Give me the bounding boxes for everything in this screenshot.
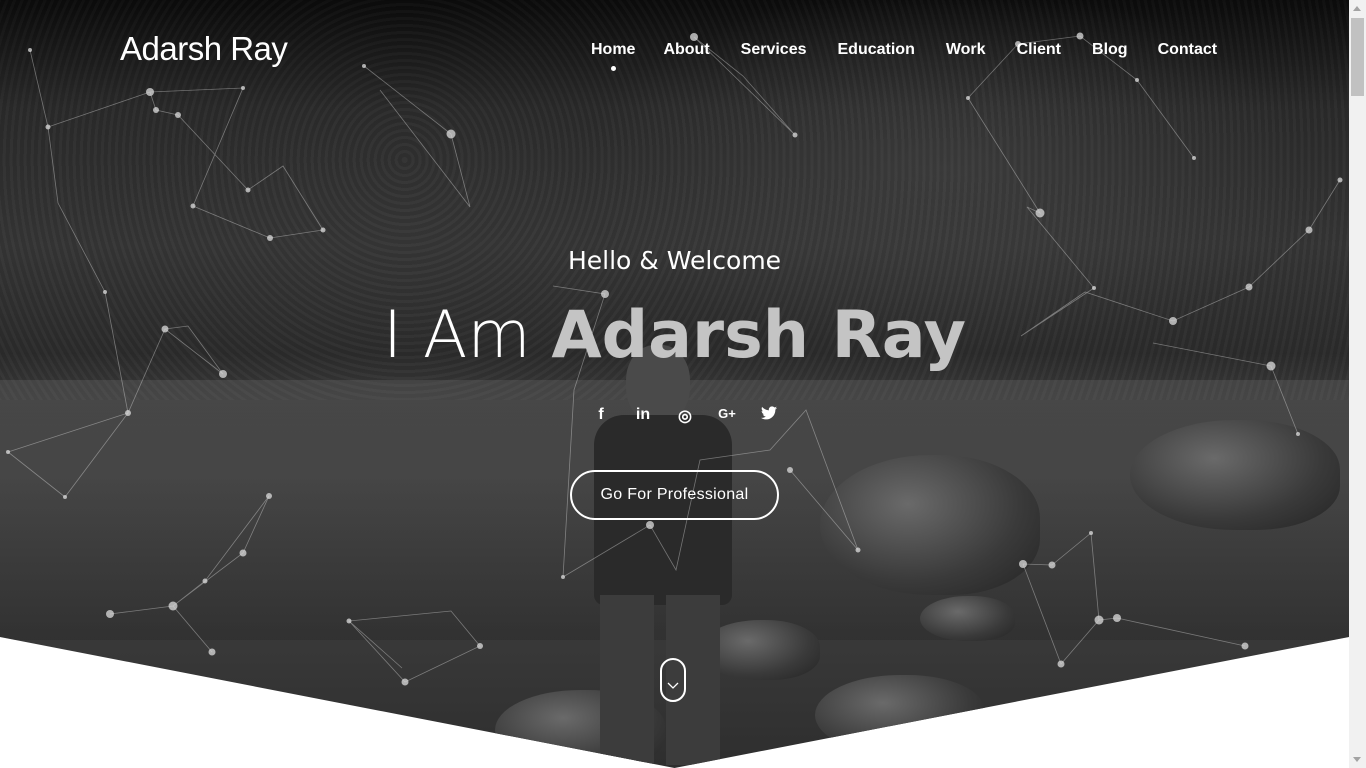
headline-prefix: I Am xyxy=(383,298,531,373)
nav-item-contact[interactable]: Contact xyxy=(1158,41,1218,59)
scrollbar-thumb[interactable] xyxy=(1351,18,1364,96)
scroll-up-arrow[interactable] xyxy=(1353,6,1361,11)
twitter-icon[interactable] xyxy=(748,406,790,426)
nav-item-client[interactable]: Client xyxy=(1017,41,1061,59)
go-professional-button[interactable]: Go For Professional xyxy=(570,470,779,520)
page-scrollbar[interactable] xyxy=(1349,0,1366,768)
nav-active-indicator xyxy=(611,66,616,71)
hero-headline: I Am Adarsh Ray xyxy=(0,298,1349,373)
chevron-down-icon xyxy=(667,682,679,689)
nav-item-blog[interactable]: Blog xyxy=(1092,41,1128,59)
dribbble-icon[interactable]: ◎ xyxy=(664,406,706,426)
headline-name: Adarsh Ray xyxy=(551,298,966,373)
main-nav: Home About Services Education Work Clien… xyxy=(591,41,1217,59)
social-links: f in ◎ G+ xyxy=(580,406,790,426)
hero-greeting: Hello & Welcome xyxy=(567,246,782,275)
particle-network xyxy=(6,32,1343,686)
nav-item-services[interactable]: Services xyxy=(741,41,807,59)
site-logo[interactable]: Adarsh Ray xyxy=(120,30,288,68)
scroll-down-arrow[interactable] xyxy=(1353,757,1361,762)
nav-item-education[interactable]: Education xyxy=(838,41,915,59)
hero-section xyxy=(0,0,1349,768)
facebook-icon[interactable]: f xyxy=(580,406,622,426)
scroll-down-button[interactable] xyxy=(660,658,686,702)
nav-item-about[interactable]: About xyxy=(663,41,709,59)
page: Adarsh Ray Home About Services Education… xyxy=(0,0,1349,768)
nav-item-home[interactable]: Home xyxy=(591,41,635,59)
linkedin-icon[interactable]: in xyxy=(622,406,664,426)
google-plus-icon[interactable]: G+ xyxy=(706,406,748,426)
nav-item-work[interactable]: Work xyxy=(946,41,986,59)
